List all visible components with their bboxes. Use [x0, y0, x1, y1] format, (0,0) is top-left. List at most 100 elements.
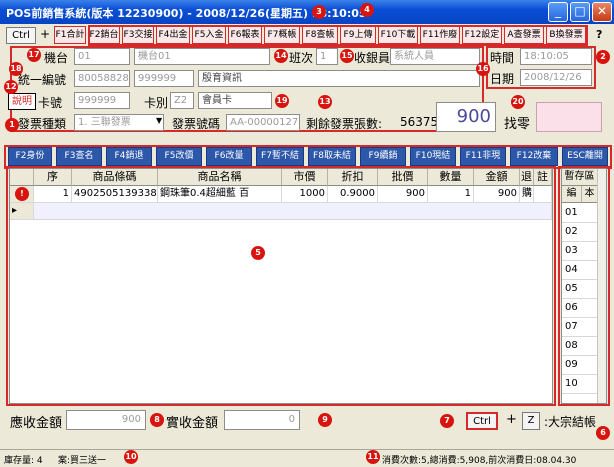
card-type-input[interactable]: Z2: [170, 92, 194, 109]
marker-9: 9: [318, 413, 332, 427]
new-entry-row[interactable]: [34, 203, 552, 220]
tax-id-input[interactable]: 80058828: [74, 70, 130, 87]
temp-col-1[interactable]: 編: [562, 186, 582, 203]
grid-corner: [10, 169, 34, 186]
marker-16: 16: [476, 62, 490, 76]
f11-noncash-button[interactable]: F11非現: [460, 147, 506, 166]
sales-grid[interactable]: 序 商品條碼 商品名稱 市價 折扣 批價 數量 金額 退 註 ! 1 49025…: [9, 168, 553, 404]
f8-recall-button[interactable]: F8取未結: [308, 147, 356, 166]
machine-input[interactable]: 01: [74, 48, 130, 65]
marker-11: 11: [366, 450, 380, 464]
col-barcode[interactable]: 商品條碼: [72, 169, 158, 186]
temp-item[interactable]: 04: [562, 261, 598, 280]
temp-item[interactable]: 10: [562, 375, 598, 394]
chevron-down-icon[interactable]: ▼: [156, 116, 162, 125]
cell-barcode[interactable]: 4902505139338: [72, 186, 158, 203]
col-price[interactable]: 市價: [282, 169, 328, 186]
f4-return-button[interactable]: F4銷退: [106, 147, 152, 166]
temp-item[interactable]: 09: [562, 356, 598, 375]
col-qty[interactable]: 數量: [428, 169, 474, 186]
received-label: 實收金額: [166, 416, 219, 431]
col-name[interactable]: 商品名稱: [158, 169, 282, 186]
cell-net[interactable]: 900: [378, 186, 428, 203]
card-no-input[interactable]: 999999: [74, 92, 130, 109]
cell-return[interactable]: 購: [520, 186, 534, 203]
ctrl-key-button[interactable]: Ctrl: [6, 27, 36, 44]
cell-seq[interactable]: 1: [34, 186, 72, 203]
marker-20: 20: [511, 95, 525, 109]
temp-item[interactable]: 08: [562, 337, 598, 356]
col-note[interactable]: 註: [534, 169, 552, 186]
current-row-pointer-icon[interactable]: ▸: [10, 203, 34, 220]
temp-item[interactable]: 07: [562, 318, 598, 337]
temp-item[interactable]: 01: [562, 204, 598, 223]
temp-item[interactable]: 03: [562, 242, 598, 261]
f10-cash-button[interactable]: F10現結: [410, 147, 456, 166]
invoice-no-field: AA-00000127: [226, 114, 300, 131]
f3-search-name-button[interactable]: F3查名: [56, 147, 102, 166]
temp-storage-grid[interactable]: 暫存區 編 本 01 02 03 04 05 06 07 08 09 10: [561, 168, 607, 404]
marker-10: 10: [124, 450, 138, 464]
cell-discount[interactable]: 0.9000: [328, 186, 378, 203]
ctrl-z-key-button[interactable]: Ctrl: [466, 412, 498, 430]
shift-input[interactable]: 1: [316, 48, 338, 65]
marker-5: 5: [251, 246, 265, 260]
fkey-group-highlight: [88, 25, 588, 46]
marker-13: 13: [318, 95, 332, 109]
promo-status: 案:買三送一: [58, 456, 107, 466]
function-button-row: F2身份 F3查名 F4銷退 F5改價 F6改量 F7暫不結 F8取未結 F9續…: [6, 147, 610, 167]
bottom-plus-sign: +: [506, 412, 517, 427]
explain-button[interactable]: 說明: [8, 93, 36, 110]
marker-7: 7: [440, 414, 454, 428]
col-discount[interactable]: 折扣: [328, 169, 378, 186]
col-amount[interactable]: 金額: [474, 169, 520, 186]
minimize-button[interactable]: _: [548, 2, 568, 22]
f5-change-price-button[interactable]: F5改價: [156, 147, 202, 166]
receivable-label: 應收金額: [10, 416, 63, 431]
fkey-f1[interactable]: F1合計: [54, 26, 86, 44]
marker-6: 6: [596, 426, 610, 440]
time-label: 時間: [490, 51, 515, 65]
marker-1: 1: [5, 118, 19, 132]
cell-price[interactable]: 1000: [282, 186, 328, 203]
machine-label: 機台: [44, 51, 69, 65]
cell-amount[interactable]: 900: [474, 186, 520, 203]
received-input[interactable]: 0: [224, 410, 300, 430]
cell-qty[interactable]: 1: [428, 186, 474, 203]
marker-17: 17: [27, 48, 41, 62]
stock-status: 庫存量: 4: [4, 456, 43, 466]
f6-change-qty-button[interactable]: F6改量: [206, 147, 252, 166]
invoice-no-label: 發票號碼: [172, 117, 221, 131]
marker-19: 19: [275, 94, 289, 108]
f7-hold-button[interactable]: F7暫不結: [256, 147, 304, 166]
date-field: 2008/12/26: [520, 69, 592, 86]
maximize-button[interactable]: □: [570, 2, 590, 22]
time-field: 18:10:05: [520, 48, 592, 65]
card-no-label: 卡號: [38, 96, 63, 110]
tax-id-code-field: 999999: [134, 70, 194, 87]
temp-item[interactable]: 02: [562, 223, 598, 242]
temp-storage-title: 暫存區: [562, 169, 598, 186]
col-seq[interactable]: 序: [34, 169, 72, 186]
marker-14: 14: [274, 49, 288, 63]
cell-note[interactable]: [534, 186, 552, 203]
cashier-field: 系統人員: [390, 48, 480, 65]
change-label: 找零: [504, 117, 531, 132]
close-button[interactable]: ✕: [592, 2, 612, 22]
f9-continue-button[interactable]: F9續銷: [360, 147, 406, 166]
f12-discard-button[interactable]: F12改棄: [510, 147, 558, 166]
f2-identity-button[interactable]: F2身份: [8, 147, 52, 166]
invoice-type-select[interactable]: 1. 三聯發票: [74, 114, 164, 131]
col-return[interactable]: 退: [520, 169, 534, 186]
help-icon[interactable]: ?: [596, 28, 602, 41]
temp-scrollbar[interactable]: [597, 169, 606, 403]
cell-name[interactable]: 鋼珠筆0.4超細藍 百: [158, 186, 282, 203]
temp-item[interactable]: 06: [562, 299, 598, 318]
temp-item[interactable]: 05: [562, 280, 598, 299]
z-key-button[interactable]: Z: [522, 412, 540, 430]
date-label: 日期: [490, 72, 515, 86]
esc-leave-button[interactable]: ESC離開: [562, 147, 608, 166]
company-name-field: 殷育資訊: [198, 70, 480, 87]
col-net[interactable]: 批價: [378, 169, 428, 186]
temp-col-2[interactable]: 本: [582, 186, 598, 203]
